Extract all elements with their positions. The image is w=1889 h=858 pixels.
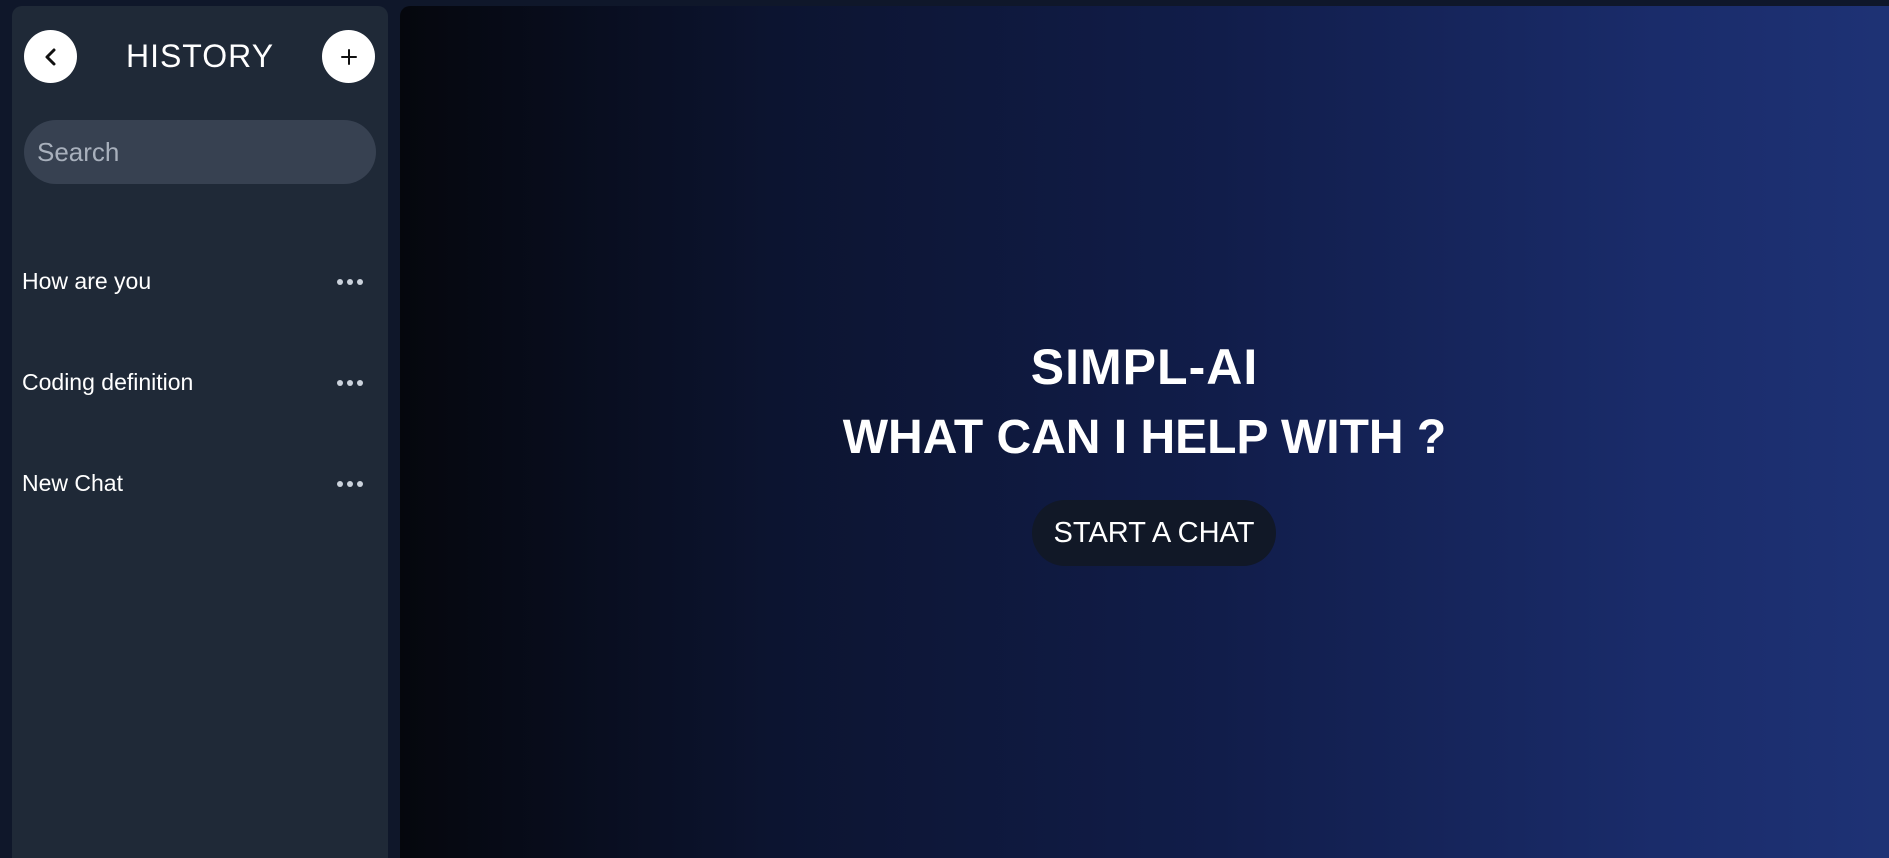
more-horizontal-icon[interactable]	[332, 270, 368, 294]
sidebar-header: HISTORY	[12, 6, 388, 106]
history-item[interactable]: New Chat	[12, 440, 388, 541]
history-item-label: How are you	[22, 268, 152, 294]
search-input[interactable]	[24, 120, 376, 184]
history-list: How are you Coding definition New Chat	[12, 238, 388, 541]
history-item[interactable]: How are you	[12, 238, 388, 339]
history-item-label: Coding definition	[22, 369, 194, 395]
main-panel: SIMPL-AI WHAT CAN I HELP WITH ? START A …	[400, 6, 1889, 858]
hero: SIMPL-AI WHAT CAN I HELP WITH ?	[400, 332, 1889, 474]
history-sidebar: HISTORY How are you Coding definition Ne…	[12, 6, 388, 858]
more-horizontal-icon[interactable]	[332, 371, 368, 395]
tagline: WHAT CAN I HELP WITH ?	[842, 411, 1447, 464]
plus-icon	[340, 48, 357, 65]
app-root: HISTORY How are you Coding definition Ne…	[0, 0, 1889, 858]
more-horizontal-icon[interactable]	[332, 472, 368, 496]
history-item[interactable]: Coding definition	[12, 339, 388, 440]
history-item-label: New Chat	[22, 470, 123, 496]
new-chat-button[interactable]	[322, 30, 375, 83]
brand-title: SIMPL-AI	[1030, 339, 1259, 395]
start-chat-button[interactable]: START A CHAT	[1032, 500, 1276, 566]
